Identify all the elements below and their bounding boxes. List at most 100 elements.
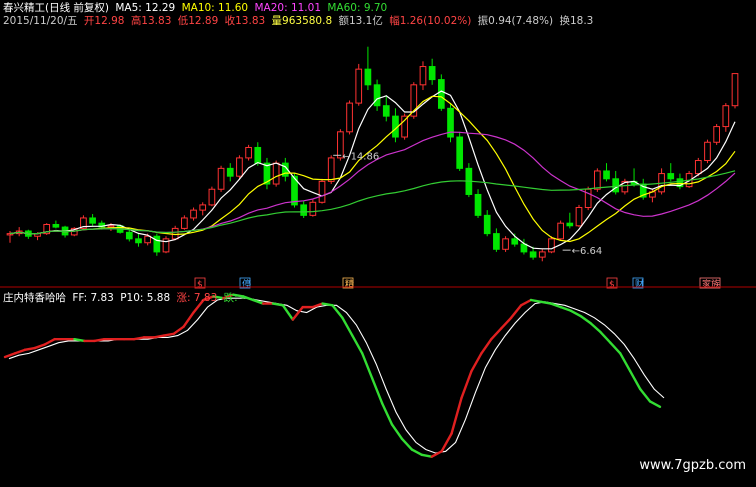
bar-date: 2015/11/20/五 bbox=[3, 15, 78, 27]
ff-segment bbox=[470, 352, 483, 373]
ff-segment bbox=[509, 304, 523, 319]
ff-segment bbox=[609, 341, 622, 355]
candle bbox=[474, 189, 482, 218]
candle bbox=[318, 178, 326, 204]
ma60-label: MA60: 9.70 bbox=[327, 2, 388, 14]
candle-body bbox=[566, 222, 574, 227]
candle bbox=[493, 228, 500, 252]
stock-title[interactable]: 春兴精工(日线 前复权) bbox=[3, 2, 109, 14]
candle-body bbox=[272, 162, 280, 185]
ff-segment bbox=[351, 334, 364, 355]
ma20-label: MA20: 11.01 bbox=[254, 2, 322, 14]
candle bbox=[722, 103, 730, 132]
candle bbox=[43, 223, 51, 235]
candle bbox=[52, 220, 60, 229]
candle bbox=[658, 168, 665, 195]
candle-body bbox=[603, 170, 610, 180]
event-marker-label: 家族 bbox=[702, 278, 720, 290]
candle-body bbox=[355, 68, 363, 104]
ff-segment bbox=[559, 305, 572, 312]
candle bbox=[465, 163, 473, 198]
candle bbox=[15, 227, 23, 237]
candle bbox=[309, 199, 317, 217]
candle-body bbox=[731, 73, 739, 107]
candle-body bbox=[346, 102, 353, 133]
ff-segment bbox=[440, 432, 453, 453]
candle-body bbox=[153, 235, 161, 253]
ff-segment bbox=[569, 309, 582, 318]
bar-low: 低12.89 bbox=[177, 15, 219, 27]
candle bbox=[584, 186, 592, 211]
ff-segment bbox=[420, 453, 433, 458]
candle bbox=[181, 215, 188, 230]
candle bbox=[575, 204, 583, 228]
candle-body bbox=[428, 66, 436, 81]
candle bbox=[557, 220, 564, 241]
candle-body bbox=[190, 209, 197, 219]
ff-segment bbox=[410, 448, 424, 457]
candle-body bbox=[254, 146, 262, 164]
ff-segment bbox=[648, 400, 662, 408]
event-marker-label: 精 bbox=[345, 278, 354, 290]
candle-body bbox=[245, 146, 252, 159]
chart-canvas: ←14.86 ←6.64 $ 停 精 $ 财 家族 bbox=[0, 46, 756, 458]
ff-segment bbox=[370, 377, 384, 405]
bar-amount: 额13.1亿 bbox=[338, 15, 383, 27]
candle bbox=[135, 233, 142, 247]
candle bbox=[612, 170, 620, 195]
ff-segment bbox=[638, 387, 652, 403]
event-markers: $ 停 精 $ 财 家族 bbox=[194, 277, 721, 290]
candle-body bbox=[548, 238, 555, 253]
candle-body bbox=[52, 223, 60, 228]
ff-segment bbox=[490, 327, 503, 341]
ff-segment bbox=[519, 298, 533, 307]
ff-segment bbox=[33, 343, 46, 350]
candle bbox=[538, 249, 546, 262]
candle-body bbox=[144, 235, 152, 244]
p10-line bbox=[8, 297, 665, 454]
candle-body bbox=[171, 227, 179, 240]
bar-info-line: 2015/11/20/五 开12.98 高13.83 低12.89 收13.83… bbox=[3, 15, 596, 27]
bar-turnover: 换18.3 bbox=[559, 15, 594, 27]
candle bbox=[548, 236, 555, 254]
indicator-header: 庄内特香哈哈 FF: 7.83 P10: 5.88 涨: 7.83 跌: - bbox=[3, 292, 248, 304]
candle-body bbox=[493, 233, 500, 250]
bar-change: 幅1.26(10.02%) bbox=[389, 15, 472, 27]
candle-body bbox=[474, 193, 482, 216]
bar-close: 收13.83 bbox=[224, 15, 266, 27]
ma60-line bbox=[9, 170, 736, 235]
indicator-name[interactable]: 庄内特香哈哈 bbox=[3, 292, 66, 304]
candle-body bbox=[89, 217, 96, 224]
event-marker-label: $ bbox=[609, 280, 615, 290]
ma10-label: MA10: 11.60 bbox=[181, 2, 249, 14]
candle bbox=[300, 200, 308, 218]
candle-body bbox=[704, 141, 711, 162]
ff-segment bbox=[589, 321, 602, 334]
ff-segment bbox=[480, 337, 493, 355]
candle bbox=[236, 155, 243, 179]
oscillator-lines bbox=[3, 293, 665, 458]
candle bbox=[226, 163, 234, 182]
candle bbox=[25, 229, 32, 239]
candle-body bbox=[327, 157, 335, 182]
candle bbox=[89, 214, 96, 226]
ff-segment bbox=[619, 352, 632, 373]
candle bbox=[153, 233, 161, 256]
bar-high: 高13.83 bbox=[130, 15, 172, 27]
watermark: www.7gpzb.com bbox=[639, 458, 746, 473]
candle bbox=[483, 210, 491, 237]
candle-body bbox=[217, 167, 225, 190]
candle bbox=[392, 108, 399, 143]
ff-segment bbox=[182, 311, 195, 328]
candle-body bbox=[373, 84, 381, 107]
candle-body bbox=[382, 105, 390, 117]
candle-body bbox=[483, 214, 491, 235]
candle-body bbox=[226, 167, 234, 177]
candle-body bbox=[557, 222, 564, 240]
candle bbox=[566, 212, 574, 229]
candle-body bbox=[529, 251, 537, 258]
candle bbox=[190, 207, 197, 221]
candle-body bbox=[520, 243, 528, 253]
ff-segment bbox=[529, 298, 543, 303]
event-marker-label: $ bbox=[197, 280, 203, 290]
